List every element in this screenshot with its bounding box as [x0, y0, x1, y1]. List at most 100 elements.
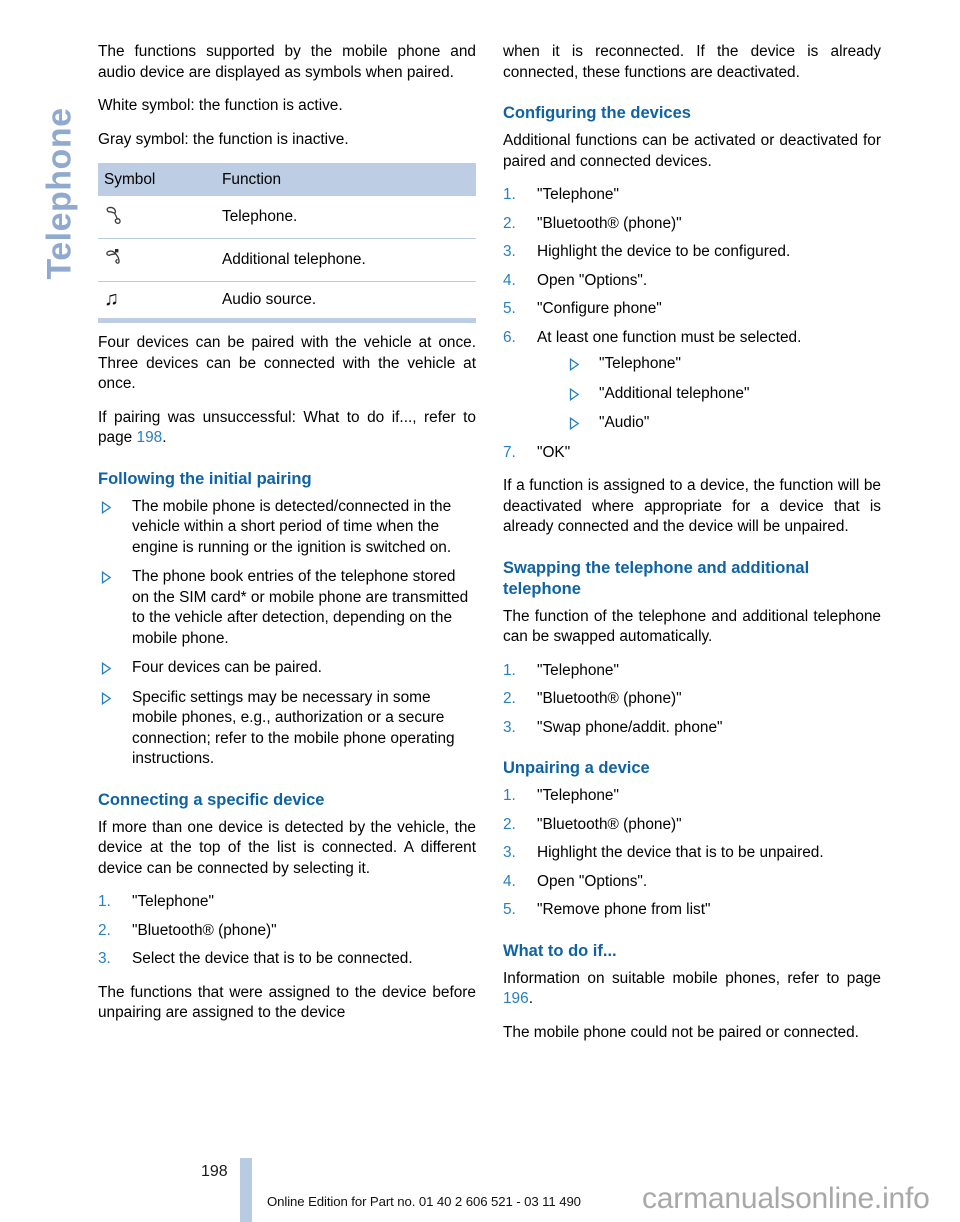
step-label: Open "Options".	[537, 872, 648, 890]
step-label: "Bluetooth® (phone)"	[537, 690, 682, 707]
what-to-do-suffix: .	[528, 990, 533, 1007]
step-label: "Telephone"	[132, 893, 214, 910]
step-label: "Telephone"	[537, 186, 619, 203]
step-label: Highlight the device to be configured.	[537, 243, 791, 260]
step-label: "Remove phone from list"	[537, 901, 711, 918]
step-number: 3.	[503, 718, 516, 736]
list-item: 4. Open "Options".	[503, 872, 881, 893]
triangle-bullet-icon	[569, 357, 580, 372]
list-item: 2. "Bluetooth® (phone)"	[503, 815, 881, 836]
list-item: Four devices can be paired.	[98, 658, 476, 679]
intro-paragraph: The functions supported by the mobile ph…	[98, 43, 476, 81]
table-header-row: Symbol Function	[98, 163, 476, 196]
list-item: 3. Highlight the device that is to be un…	[503, 843, 881, 864]
heading-following-initial-pairing: Following the initial pairing	[98, 469, 312, 488]
function-cell: Audio source.	[216, 281, 476, 323]
heading-unpairing-a-device: Unpairing a device	[503, 759, 650, 777]
connecting-tail-paragraph: The functions that were assigned to the …	[98, 983, 476, 1022]
list-item: 3. Highlight the device to be configured…	[503, 242, 881, 263]
list-item: 3. Select the device that is to be conne…	[98, 949, 476, 970]
column-header-symbol: Symbol	[98, 163, 216, 196]
list-item: 5. "Remove phone from list"	[503, 900, 881, 921]
step-number: 6.	[503, 328, 516, 346]
connecting-steps-list: 1. "Telephone" 2. "Bluetooth® (phone)" 3…	[98, 892, 476, 970]
list-item-label: The mobile phone is detected/connected i…	[132, 497, 452, 556]
triangle-bullet-icon	[101, 500, 112, 514]
list-item: 1. "Telephone"	[503, 786, 881, 807]
step-number: 1.	[98, 893, 111, 910]
what-to-do-paragraph: Information on suitable mobile phones, r…	[503, 969, 881, 1010]
music-note-icon: ♫	[104, 288, 119, 310]
step-label: "Telephone"	[537, 661, 619, 679]
page-reference-link[interactable]: 198	[137, 429, 163, 446]
step-label: At least one function must be selected.	[537, 328, 802, 346]
function-cell: Additional telephone.	[216, 238, 476, 282]
step-label: "Telephone"	[537, 787, 619, 804]
triangle-bullet-icon	[569, 387, 580, 401]
list-item: The phone book entries of the telephone …	[98, 567, 476, 649]
column-header-function: Function	[216, 163, 476, 196]
heading-connecting-specific-device: Connecting a specific device	[98, 790, 325, 809]
list-item-label: "Telephone"	[599, 355, 681, 372]
list-item: 5. "Configure phone"	[503, 299, 881, 320]
step-label: "Configure phone"	[537, 300, 662, 317]
following-pairing-bullet-list: The mobile phone is detected/connected i…	[98, 497, 476, 770]
step-label: "Bluetooth® (phone)"	[537, 815, 682, 833]
symbol-function-table: Symbol Function Telephone. Additional te…	[98, 163, 476, 323]
step-number: 2.	[503, 690, 516, 707]
step-label: Open "Options".	[537, 271, 648, 289]
table-row: Telephone.	[98, 196, 476, 239]
footer-accent-bar	[240, 1158, 252, 1222]
list-item: 4. Open "Options".	[503, 271, 881, 292]
configuring-substeps-list: "Telephone" "Additional telephone" "Audi…	[537, 354, 881, 434]
step-number: 1.	[503, 661, 516, 679]
heading-what-to-do-if: What to do if...	[503, 941, 617, 960]
list-item: 2. "Bluetooth® (phone)"	[503, 214, 881, 235]
left-text-column: The functions supported by the mobile ph…	[98, 42, 476, 1024]
step-number: 7.	[503, 443, 516, 461]
list-item: "Audio"	[537, 413, 881, 434]
triangle-bullet-icon	[101, 691, 112, 705]
step-label: "Swap phone/addit. phone"	[537, 718, 723, 736]
step-label: "OK"	[537, 443, 571, 461]
swapping-steps-list: 1. "Telephone" 2. "Bluetooth® (phone)" 3…	[503, 661, 881, 739]
step-number: 2.	[98, 921, 111, 939]
list-item-label: Four devices can be paired.	[132, 659, 322, 676]
list-item: The mobile phone is detected/connected i…	[98, 497, 476, 559]
list-item: 2. "Bluetooth® (phone)"	[503, 689, 881, 710]
assigned-function-paragraph: If a function is assigned to a device, t…	[503, 477, 881, 535]
list-item: 1. "Telephone"	[98, 892, 476, 913]
list-item: 1. "Telephone"	[503, 185, 881, 206]
step-number: 4.	[503, 271, 516, 289]
additional-telephone-icon	[104, 246, 126, 268]
list-item-label: "Audio"	[599, 414, 650, 431]
continuation-paragraph: when it is reconnected. If the device is…	[503, 43, 881, 81]
list-item: 1. "Telephone"	[503, 661, 881, 682]
page-reference-link[interactable]: 196	[503, 990, 529, 1007]
step-number: 5.	[503, 300, 516, 317]
step-label: "Bluetooth® (phone)"	[132, 921, 277, 939]
symbol-cell	[98, 196, 216, 239]
step-number: 3.	[98, 950, 111, 967]
list-item: 7. "OK"	[503, 443, 881, 464]
chapter-title-vertical: Telephone	[40, 107, 79, 280]
unpairing-steps-list: 1. "Telephone" 2. "Bluetooth® (phone)" 3…	[503, 786, 881, 921]
telephone-handset-icon	[104, 203, 126, 225]
unsuccessful-pairing-paragraph: If pairing was unsuccessful: What to do …	[98, 408, 476, 449]
list-item: Specific settings may be necessary in so…	[98, 688, 476, 770]
step-number: 5.	[503, 901, 516, 918]
list-item-label: Specific settings may be necessary in so…	[132, 688, 455, 768]
chapter-side-tab: Telephone	[0, 0, 90, 1100]
white-symbol-note: White symbol: the function is active.	[98, 97, 343, 114]
triangle-bullet-icon	[101, 570, 112, 585]
triangle-bullet-icon	[101, 661, 112, 676]
triangle-bullet-icon	[569, 416, 580, 431]
list-item-label: "Additional telephone"	[599, 384, 750, 402]
what-to-do-prefix: Information on suitable mobile phones, r…	[503, 969, 881, 987]
edition-info-text: Online Edition for Part no. 01 40 2 606 …	[267, 1194, 581, 1209]
page-number: 198	[201, 1163, 228, 1180]
list-item: 3. "Swap phone/addit. phone"	[503, 718, 881, 739]
function-cell: Telephone.	[216, 196, 476, 239]
table-row: ♫ Audio source.	[98, 281, 476, 323]
list-item-label: The phone book entries of the telephone …	[132, 568, 469, 647]
